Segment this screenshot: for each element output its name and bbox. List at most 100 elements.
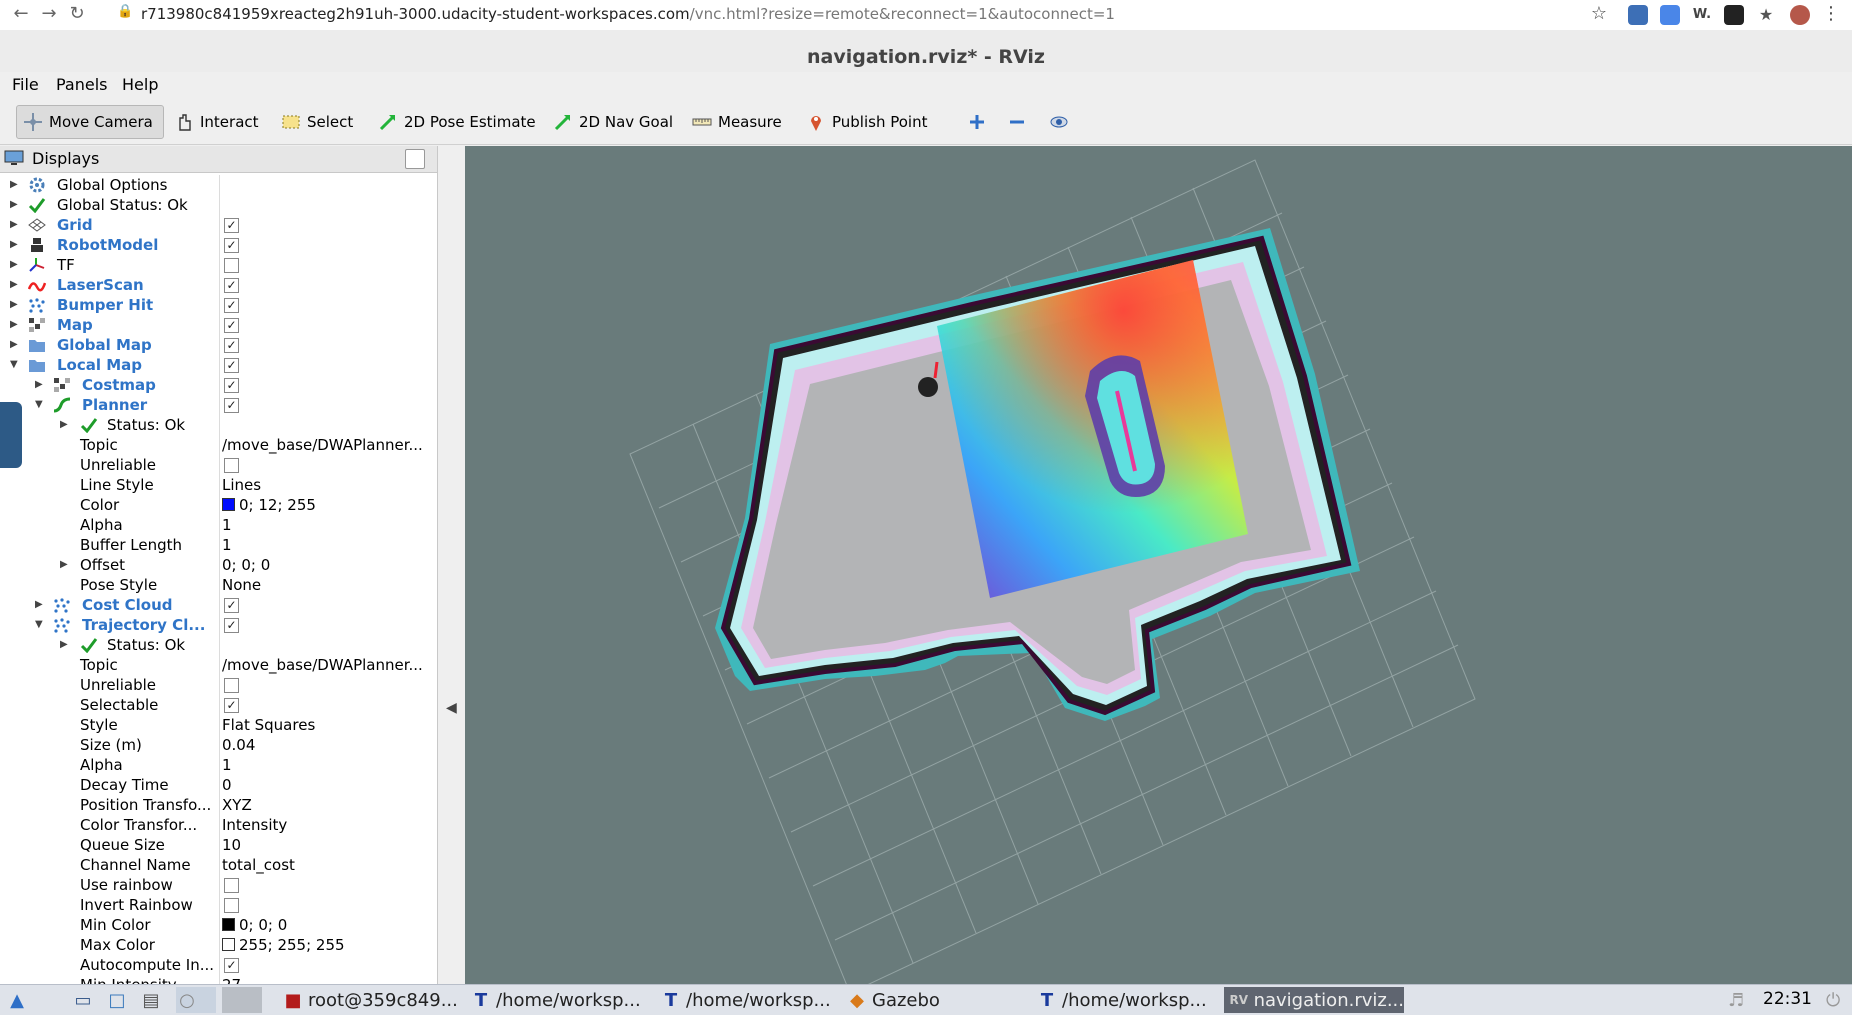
display-row[interactable]: Pose Style None	[0, 575, 437, 595]
checked-checkbox[interactable]: ✓	[224, 618, 239, 633]
file-manager-button[interactable]: □	[106, 987, 134, 1013]
display-row[interactable]: Autocompute In... ✓	[0, 955, 437, 975]
extension-dark-icon[interactable]	[1724, 5, 1744, 25]
unchecked-checkbox[interactable]	[224, 458, 239, 473]
task-rviz[interactable]: RV navigation.rviz...	[1224, 987, 1404, 1013]
views-sidetab[interactable]	[0, 402, 22, 468]
display-row[interactable]: ▶ LaserScan ✓	[0, 275, 437, 295]
task-terminal[interactable]: ■ root@359c849...	[282, 987, 457, 1013]
checked-checkbox[interactable]: ✓	[224, 698, 239, 713]
extension-icon[interactable]	[1628, 5, 1648, 25]
display-row[interactable]: Selectable ✓	[0, 695, 437, 715]
select-button[interactable]: Select	[275, 105, 359, 139]
checked-checkbox[interactable]: ✓	[224, 238, 239, 253]
display-row[interactable]: ▶ Global Status: Ok	[0, 195, 437, 215]
display-row[interactable]: Queue Size 10	[0, 835, 437, 855]
display-row[interactable]: ▶ Map ✓	[0, 315, 437, 335]
display-row[interactable]: ▶ Status: Ok	[0, 415, 437, 435]
display-row[interactable]: Color Transfor... Intensity	[0, 815, 437, 835]
unchecked-checkbox[interactable]	[224, 878, 239, 893]
bookmark-star-icon[interactable]: ☆	[1588, 3, 1610, 25]
checked-checkbox[interactable]: ✓	[224, 218, 239, 233]
remove-tool-button[interactable]	[1002, 105, 1032, 139]
forward-icon[interactable]: →	[38, 3, 60, 25]
collapsed-arrow-icon[interactable]: ▶	[10, 175, 22, 195]
browser-launch-button[interactable]: ▤	[140, 987, 168, 1013]
kebab-menu-icon[interactable]: ⋮	[1820, 3, 1842, 25]
checked-checkbox[interactable]: ✓	[224, 338, 239, 353]
collapsed-arrow-icon[interactable]: ▶	[10, 295, 22, 315]
unchecked-checkbox[interactable]	[224, 258, 239, 273]
display-row[interactable]: Style Flat Squares	[0, 715, 437, 735]
collapsed-arrow-icon[interactable]: ▶	[10, 315, 22, 335]
workspace-1[interactable]: ○	[176, 987, 216, 1013]
collapsed-arrow-icon[interactable]: ▶	[35, 375, 47, 395]
pose-estimate-button[interactable]: 2D Pose Estimate	[372, 105, 542, 139]
display-row[interactable]: Max Color 255; 255; 255	[0, 935, 437, 955]
display-row[interactable]: ▶ Costmap ✓	[0, 375, 437, 395]
address-bar[interactable]: r713980c841959xreacteg2h91uh-3000.udacit…	[141, 5, 1115, 23]
volume-icon[interactable]: ♬	[1728, 987, 1754, 1013]
display-tree[interactable]: ▶ Global Options ▶ Global Status: Ok ▶ Grid ✓ ▶…	[0, 175, 437, 984]
display-row[interactable]: Color 0; 12; 255	[0, 495, 437, 515]
checked-checkbox[interactable]: ✓	[224, 318, 239, 333]
show-desktop-button[interactable]: ▭	[72, 987, 100, 1013]
checked-checkbox[interactable]: ✓	[224, 278, 239, 293]
display-row[interactable]: Decay Time 0	[0, 775, 437, 795]
start-menu-button[interactable]: ▲	[6, 987, 46, 1013]
task-gazebo[interactable]: ◆ Gazebo	[846, 987, 940, 1013]
display-row[interactable]: ▶ TF	[0, 255, 437, 275]
unchecked-checkbox[interactable]	[224, 898, 239, 913]
power-icon[interactable]: ⏻	[1826, 987, 1848, 1013]
menu-help[interactable]: Help	[122, 75, 158, 94]
display-row[interactable]: Min Color 0; 0; 0	[0, 915, 437, 935]
menu-file[interactable]: File	[12, 75, 39, 94]
display-row[interactable]: ▶ Offset 0; 0; 0	[0, 555, 437, 575]
collapse-arrow-icon[interactable]: ◀	[446, 700, 457, 720]
collapsed-arrow-icon[interactable]: ▶	[10, 275, 22, 295]
puzzle-icon[interactable]: ★	[1756, 5, 1776, 25]
task-workspace-2[interactable]: T/home/worksp...	[660, 987, 831, 1013]
render-3d-view[interactable]	[465, 146, 1852, 984]
checked-checkbox[interactable]: ✓	[224, 398, 239, 413]
checked-checkbox[interactable]: ✓	[224, 378, 239, 393]
display-row[interactable]: Invert Rainbow	[0, 895, 437, 915]
display-row[interactable]: ▼ Trajectory Cl... ✓	[0, 615, 437, 635]
display-row[interactable]: ▶ Global Options	[0, 175, 437, 195]
menu-panels[interactable]: Panels	[56, 75, 108, 94]
display-row[interactable]: Unreliable	[0, 675, 437, 695]
reload-icon[interactable]: ↻	[66, 3, 88, 25]
task-workspace-3[interactable]: T/home/worksp...	[1036, 987, 1207, 1013]
collapsed-arrow-icon[interactable]: ▶	[10, 255, 22, 275]
workspace-2[interactable]	[222, 987, 262, 1013]
display-row[interactable]: ▼ Planner ✓	[0, 395, 437, 415]
move-camera-button[interactable]: Move Camera	[16, 105, 164, 139]
display-row[interactable]: Alpha 1	[0, 755, 437, 775]
display-row[interactable]: Size (m) 0.04	[0, 735, 437, 755]
view-tool-button[interactable]	[1044, 105, 1074, 139]
back-icon[interactable]: ←	[10, 3, 32, 25]
collapsed-arrow-icon[interactable]: ▶	[60, 635, 72, 655]
translate-icon[interactable]	[1660, 5, 1680, 25]
collapsed-arrow-icon[interactable]: ▶	[10, 235, 22, 255]
display-row[interactable]: ▶ Cost Cloud ✓	[0, 595, 437, 615]
display-row[interactable]: Topic/move_base/DWAPlanner...	[0, 655, 437, 675]
checked-checkbox[interactable]: ✓	[224, 358, 239, 373]
task-workspace-1[interactable]: T/home/worksp...	[470, 987, 641, 1013]
nav-goal-button[interactable]: 2D Nav Goal	[547, 105, 679, 139]
display-row[interactable]: ▶ Grid ✓	[0, 215, 437, 235]
avatar[interactable]	[1790, 5, 1810, 25]
interact-button[interactable]: Interact	[168, 105, 265, 139]
expanded-arrow-icon[interactable]: ▼	[35, 615, 47, 635]
display-row[interactable]: Line Style Lines	[0, 475, 437, 495]
publish-point-button[interactable]: Publish Point	[800, 105, 933, 139]
collapsed-arrow-icon[interactable]: ▶	[60, 555, 72, 575]
display-row[interactable]: Unreliable	[0, 455, 437, 475]
display-row[interactable]: Channel Name total_cost	[0, 855, 437, 875]
display-row[interactable]: ▶ Status: Ok	[0, 635, 437, 655]
checked-checkbox[interactable]: ✓	[224, 958, 239, 973]
display-row[interactable]: ▶ Bumper Hit ✓	[0, 295, 437, 315]
collapsed-arrow-icon[interactable]: ▶	[60, 415, 72, 435]
measure-button[interactable]: Measure	[686, 105, 788, 139]
collapsed-arrow-icon[interactable]: ▶	[10, 195, 22, 215]
